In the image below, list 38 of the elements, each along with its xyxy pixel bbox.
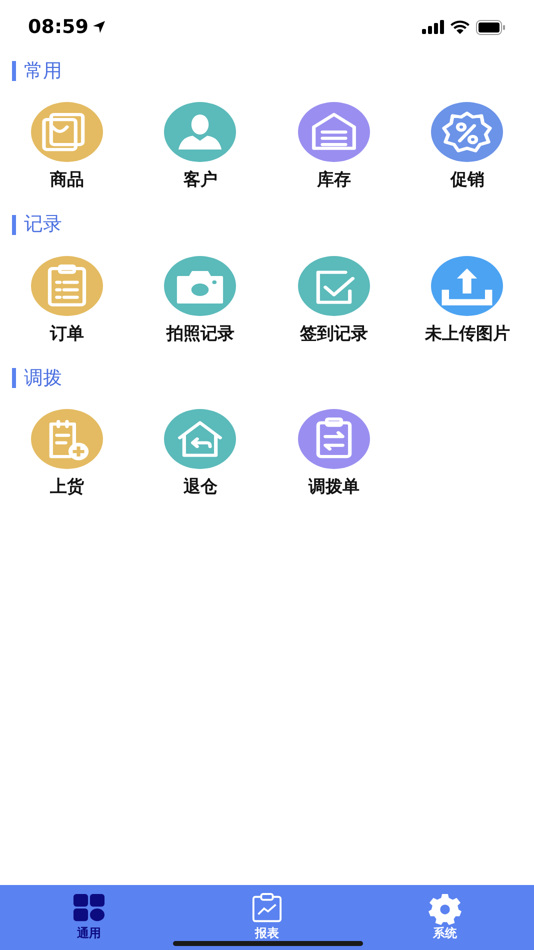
- tab[interactable]: 报表: [178, 885, 356, 950]
- menu-item[interactable]: 上货: [50, 475, 84, 500]
- section-title: 常用: [24, 58, 62, 84]
- menu-item[interactable]: 调拨单: [308, 475, 360, 500]
- wifi-icon: [450, 20, 470, 34]
- section-marker: [12, 368, 16, 388]
- section-title: 调拨: [24, 366, 62, 391]
- add-list-icon[interactable]: [30, 409, 103, 469]
- status-time: 08:59: [28, 14, 88, 40]
- section-marker: [12, 214, 16, 234]
- clipboard-icon[interactable]: [30, 256, 103, 316]
- warehouse-icon[interactable]: [298, 102, 370, 162]
- menu-item[interactable]: 拍照记录: [166, 322, 234, 347]
- gear-icon: [428, 893, 462, 925]
- menu-item[interactable]: 商品: [50, 168, 84, 194]
- signal-icon: [422, 20, 444, 34]
- menu-item[interactable]: 促销: [450, 168, 484, 194]
- section-title: 记录: [24, 212, 62, 238]
- tab[interactable]: 系统: [356, 885, 534, 950]
- check-icon[interactable]: [298, 256, 370, 316]
- battery-icon: [476, 20, 506, 34]
- person-icon[interactable]: [164, 102, 236, 162]
- transfer-icon[interactable]: [298, 409, 370, 469]
- menu-item[interactable]: 未上传图片: [424, 322, 510, 347]
- tab[interactable]: 通用: [0, 885, 178, 950]
- menu-item[interactable]: 客户: [183, 168, 218, 194]
- location-arrow-icon: [92, 20, 106, 34]
- discount-icon[interactable]: [431, 102, 504, 162]
- menu-item[interactable]: 退仓: [183, 475, 218, 500]
- menu-item[interactable]: 签到记录: [300, 322, 368, 347]
- menu-item[interactable]: 订单: [50, 322, 84, 347]
- section-marker: [12, 61, 16, 81]
- menu-item[interactable]: 库存: [316, 168, 351, 194]
- upload-icon[interactable]: [431, 256, 504, 316]
- bag-icon[interactable]: [30, 102, 103, 162]
- report-icon: [250, 893, 284, 925]
- return-home-icon[interactable]: [164, 409, 236, 469]
- camera-icon[interactable]: [164, 256, 236, 316]
